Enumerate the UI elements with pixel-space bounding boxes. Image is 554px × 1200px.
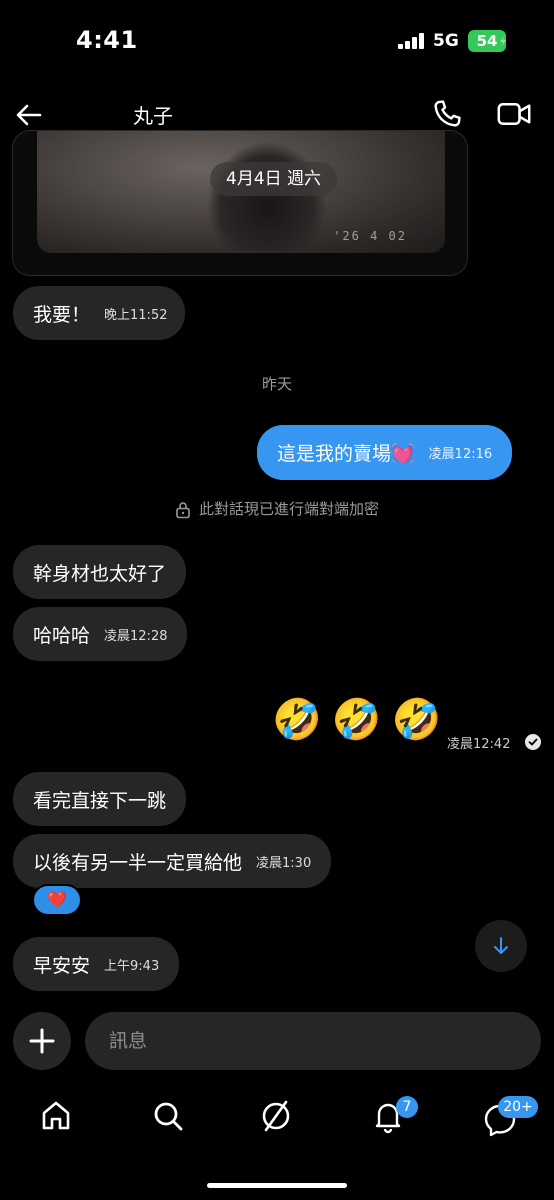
- message-bubble-incoming[interactable]: 早安安 上午9:43: [13, 937, 180, 991]
- message-bubble-incoming[interactable]: 我要！ 晚上11:52: [13, 286, 186, 340]
- back-arrow-icon[interactable]: [14, 100, 44, 130]
- battery-charging-icon: [500, 36, 506, 46]
- phone-icon[interactable]: [430, 97, 464, 131]
- heart-reaction[interactable]: ❤️: [32, 884, 82, 916]
- plus-icon: [29, 1028, 55, 1054]
- status-time: 4:41: [76, 26, 138, 54]
- messages-badge: 20+: [498, 1096, 538, 1118]
- message-time: 凌晨12:42: [447, 737, 511, 752]
- seen-check-icon: [525, 734, 541, 750]
- contact-name[interactable]: 丸子: [133, 100, 173, 129]
- lock-icon: [176, 501, 190, 518]
- signal-strength-icon: [398, 33, 426, 49]
- rofl-emoji: 🤣: [272, 697, 322, 743]
- rofl-emoji: 🤣: [331, 697, 382, 743]
- message-text: 看完直接下一跳: [33, 789, 167, 812]
- message-time: 晚上11:52: [104, 307, 168, 323]
- message-text: 幹身材也太好了: [33, 562, 167, 585]
- emoji-message-outgoing[interactable]: 🤣 🤣 🤣: [272, 696, 441, 743]
- search-icon[interactable]: [150, 1098, 186, 1134]
- day-separator: 昨天: [261, 375, 292, 393]
- message-text: 我要！: [33, 303, 91, 326]
- message-input[interactable]: [85, 1012, 541, 1070]
- rofl-emoji: 🤣: [391, 697, 442, 743]
- arrow-down-icon: [494, 937, 508, 954]
- date-label: 4月4日 週六: [210, 162, 338, 196]
- video-camera-icon[interactable]: [496, 97, 532, 131]
- message-text: 早安安: [33, 954, 91, 977]
- encryption-notice[interactable]: 此對話現已進行端對端加密: [0, 498, 554, 519]
- home-indicator: [207, 1183, 347, 1188]
- message-bubble-incoming[interactable]: 幹身材也太好了: [13, 545, 187, 599]
- camera-date-stamp: '26 4 02: [333, 229, 407, 243]
- message-text: 哈哈哈: [33, 624, 91, 647]
- message-bubble-incoming[interactable]: 哈哈哈 凌晨12:28: [13, 607, 188, 661]
- shared-photo-card[interactable]: '26 4 02: [12, 130, 468, 276]
- message-time: 凌晨12:28: [104, 628, 168, 644]
- message-bubble-incoming[interactable]: 看完直接下一跳: [13, 772, 187, 826]
- message-time: 上午9:43: [104, 958, 160, 974]
- encryption-text: 此對話現已進行端對端加密: [198, 500, 379, 518]
- photo-content: [207, 141, 327, 251]
- notification-badge: 7: [396, 1096, 418, 1118]
- message-bubble-incoming[interactable]: 以後有另一半一定買給他 凌晨1:30: [13, 834, 332, 888]
- message-time: 凌晨1:30: [256, 855, 312, 871]
- home-icon[interactable]: [38, 1098, 74, 1134]
- message-bubble-outgoing[interactable]: 這是我的賣場💓 凌晨12:16: [257, 425, 513, 480]
- network-type: 5G: [433, 31, 459, 51]
- message-time: 凌晨12:16: [428, 447, 493, 462]
- battery-level: 54: [476, 32, 498, 50]
- message-text: 這是我的賣場💓: [277, 443, 415, 465]
- compass-icon[interactable]: [258, 1098, 294, 1134]
- add-attachment-button[interactable]: [13, 1012, 71, 1070]
- scroll-to-bottom-button[interactable]: [475, 920, 527, 972]
- message-text: 以後有另一半一定買給他: [33, 851, 243, 874]
